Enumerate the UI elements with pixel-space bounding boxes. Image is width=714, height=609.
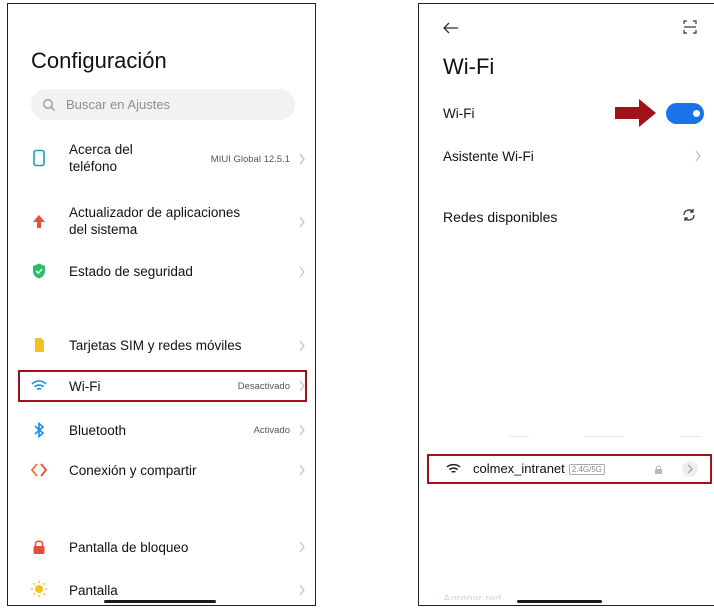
toggle-knob: [693, 110, 700, 117]
network-item-colmex-intranet[interactable]: colmex_intranet 2.4G/5G: [427, 454, 712, 484]
wifi-signal-icon: [446, 463, 461, 473]
home-indicator[interactable]: [104, 600, 216, 603]
settings-item-connection-sharing[interactable]: Conexión y compartir: [8, 458, 315, 482]
wifi-toggle[interactable]: [666, 103, 704, 124]
connection-sharing-icon: [30, 463, 48, 477]
divider: [584, 436, 624, 437]
settings-item-system-app-updater[interactable]: Actualizador de aplicaciones del sistema: [8, 203, 315, 243]
search-icon: [42, 98, 55, 111]
phone-icon: [33, 149, 45, 167]
sun-icon: [30, 580, 48, 598]
sim-card-icon: [35, 338, 44, 352]
chevron-right-icon: [687, 464, 693, 474]
divider: [509, 436, 529, 437]
wifi-toggle-label: Wi-Fi: [443, 106, 475, 121]
page-title: Wi-Fi: [443, 54, 495, 79]
chevron-right-icon: [299, 464, 305, 476]
settings-screen: Configuración Buscar en Ajustes Acerca d…: [7, 3, 316, 606]
lock-icon: [655, 465, 662, 474]
back-arrow-icon[interactable]: [443, 22, 459, 34]
settings-item-label: Actualizador de aplicaciones del sistema: [69, 205, 241, 237]
add-network-link[interactable]: Agregar red: [443, 594, 501, 600]
refresh-icon[interactable]: [681, 207, 697, 223]
settings-item-label: Pantalla: [69, 583, 118, 598]
miui-version-value: MIUI Global 12.5.1: [210, 154, 290, 165]
settings-item-label: Estado de seguridad: [69, 264, 193, 279]
chevron-right-icon: [695, 150, 701, 162]
arrow-up-icon: [33, 215, 45, 228]
search-input[interactable]: Buscar en Ajustes: [31, 89, 295, 120]
home-indicator[interactable]: [517, 600, 602, 603]
page-title: Configuración: [31, 48, 167, 73]
settings-item-label: Pantalla de bloqueo: [69, 540, 189, 555]
divider: [681, 436, 701, 437]
shield-icon: [33, 263, 45, 279]
bluetooth-icon: [34, 421, 45, 439]
chevron-right-icon: [299, 541, 305, 553]
settings-item-label: Conexión y compartir: [69, 463, 197, 478]
settings-item-label: Bluetooth: [69, 423, 127, 438]
available-networks-heading: Redes disponibles: [443, 209, 558, 225]
settings-item-sim-cards[interactable]: Tarjetas SIM y redes móviles: [8, 334, 315, 358]
wifi-screen: Wi-Fi Wi-Fi Asistente Wi-Fi Redes dispon…: [418, 3, 714, 606]
settings-item-security-status[interactable]: Estado de seguridad: [8, 260, 315, 284]
wifi-assistant-item[interactable]: Asistente Wi-Fi: [443, 149, 534, 164]
red-arrow-icon: [615, 99, 656, 127]
band-badge: 2.4G/5G: [568, 464, 606, 476]
settings-item-label: Acerca del teléfono: [69, 142, 133, 174]
chevron-right-icon: [299, 153, 305, 165]
scan-icon[interactable]: [683, 20, 697, 34]
chevron-right-icon: [299, 584, 305, 596]
settings-item-lock-screen[interactable]: Pantalla de bloqueo: [8, 535, 315, 559]
chevron-right-icon: [299, 266, 305, 278]
chevron-right-icon: [299, 216, 305, 228]
settings-item-display[interactable]: Pantalla: [8, 578, 315, 602]
bluetooth-status-value: Activado: [253, 425, 290, 436]
settings-item-label: Tarjetas SIM y redes móviles: [69, 338, 242, 353]
search-placeholder: Buscar en Ajustes: [66, 97, 171, 112]
wifi-highlight-box: [18, 370, 307, 402]
network-details-button[interactable]: [682, 461, 698, 477]
chevron-right-icon: [299, 340, 305, 352]
settings-item-bluetooth[interactable]: Bluetooth Activado: [8, 418, 315, 442]
network-name: colmex_intranet 2.4G/5G: [473, 461, 606, 476]
settings-item-about-phone[interactable]: Acerca del teléfono MIUI Global 12.5.1: [8, 140, 315, 180]
chevron-right-icon: [299, 424, 305, 436]
lock-icon: [33, 540, 45, 554]
